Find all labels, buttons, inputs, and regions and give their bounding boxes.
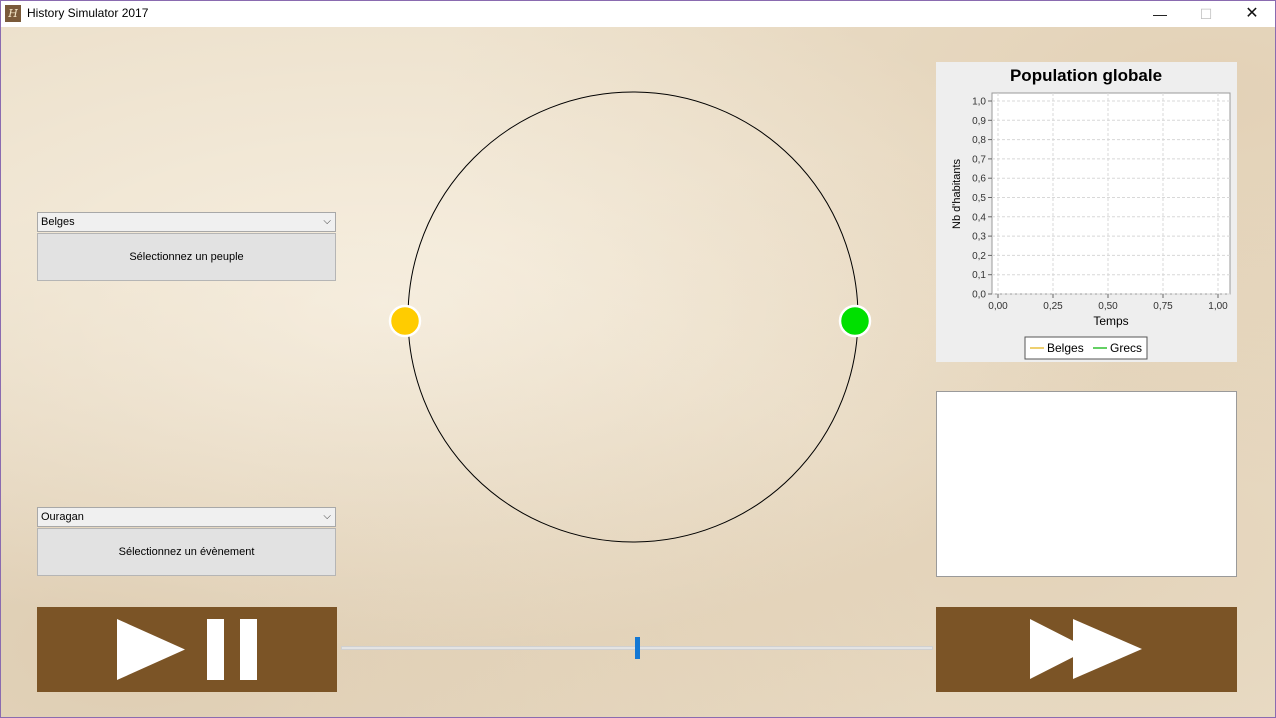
chart-y-tick-label: 0,9 xyxy=(972,116,986,127)
speed-slider[interactable] xyxy=(341,635,933,661)
event-log-panel xyxy=(936,391,1237,577)
people-select-value: Belges xyxy=(41,216,75,228)
window-title: History Simulator 2017 xyxy=(27,6,149,20)
chart-y-axis: 0,0 0,1 0,2 0,3 0,4 0,5 0,6 0,7 0,8 0,9 1,0 xyxy=(972,97,992,301)
chart-x-tick-label: 0,00 xyxy=(988,301,1008,312)
people-node-belges[interactable] xyxy=(388,304,422,338)
people-node-grecs[interactable] xyxy=(838,304,872,338)
chart-y-tick-label: 0,4 xyxy=(972,212,986,223)
population-chart: Population globale 0,0 0,1 0,2 0,3 0,4 0,5 0,6… xyxy=(936,62,1237,362)
app-logo-icon: H xyxy=(5,5,21,22)
chevron-down-icon[interactable]: ⌵ xyxy=(323,213,331,231)
chart-y-tick-label: 0,5 xyxy=(972,193,986,204)
chart-x-axis-label: Temps xyxy=(1093,314,1128,328)
chart-title: Population globale xyxy=(1010,66,1162,85)
chevron-down-icon[interactable]: ⌵ xyxy=(323,508,331,526)
world-map xyxy=(388,91,872,543)
play-pause-icon xyxy=(117,619,257,680)
select-people-button[interactable]: Sélectionnez un peuple xyxy=(37,233,336,281)
play-pause-button[interactable] xyxy=(37,607,337,692)
chart-plot-area xyxy=(991,92,1231,295)
chart-y-tick-label: 0,6 xyxy=(972,174,986,185)
chart-y-tick-label: 1,0 xyxy=(972,97,986,108)
chart-y-tick-label: 0,7 xyxy=(972,154,986,165)
chart-legend: Belges Grecs xyxy=(1024,336,1148,360)
chart-x-tick-label: 0,75 xyxy=(1153,301,1173,312)
minimize-button[interactable]: — xyxy=(1137,1,1183,27)
chart-x-axis: 0,00 0,25 0,50 0,75 1,00 xyxy=(988,294,1228,312)
app-window: H History Simulator 2017 — ☐ ✕ Belges ⌵ … xyxy=(0,0,1276,718)
chart-x-tick-label: 1,00 xyxy=(1208,301,1228,312)
fast-forward-button[interactable] xyxy=(936,607,1237,692)
chart-y-tick-label: 0,3 xyxy=(972,232,986,243)
simulation-area: Belges ⌵ Sélectionnez un peuple Ouragan … xyxy=(1,27,1275,717)
chart-y-tick-label: 0,0 xyxy=(972,290,986,301)
chart-y-tick-label: 0,2 xyxy=(972,251,986,262)
world-circle xyxy=(407,91,859,543)
maximize-button[interactable]: ☐ xyxy=(1183,1,1229,27)
fast-forward-icon xyxy=(1030,619,1142,679)
event-select[interactable]: Ouragan ⌵ xyxy=(37,507,336,527)
chart-x-tick-label: 0,25 xyxy=(1043,301,1063,312)
legend-label-grecs: Grecs xyxy=(1110,341,1142,355)
legend-label-belges: Belges xyxy=(1047,341,1084,355)
people-select[interactable]: Belges ⌵ xyxy=(37,212,336,232)
slider-thumb[interactable] xyxy=(634,637,640,659)
title-bar: H History Simulator 2017 — ☐ ✕ xyxy=(1,1,1275,27)
close-button[interactable]: ✕ xyxy=(1229,1,1275,27)
select-event-button[interactable]: Sélectionnez un évènement xyxy=(37,528,336,576)
chart-y-tick-label: 0,8 xyxy=(972,135,986,146)
chart-y-tick-label: 0,1 xyxy=(972,270,986,281)
chart-y-axis-label: Nb d'habitants xyxy=(951,159,963,229)
event-select-value: Ouragan xyxy=(41,511,84,523)
population-chart-svg: Population globale 0,0 0,1 0,2 0,3 0,4 0,5 0,6… xyxy=(951,66,1231,360)
chart-x-tick-label: 0,50 xyxy=(1098,301,1118,312)
